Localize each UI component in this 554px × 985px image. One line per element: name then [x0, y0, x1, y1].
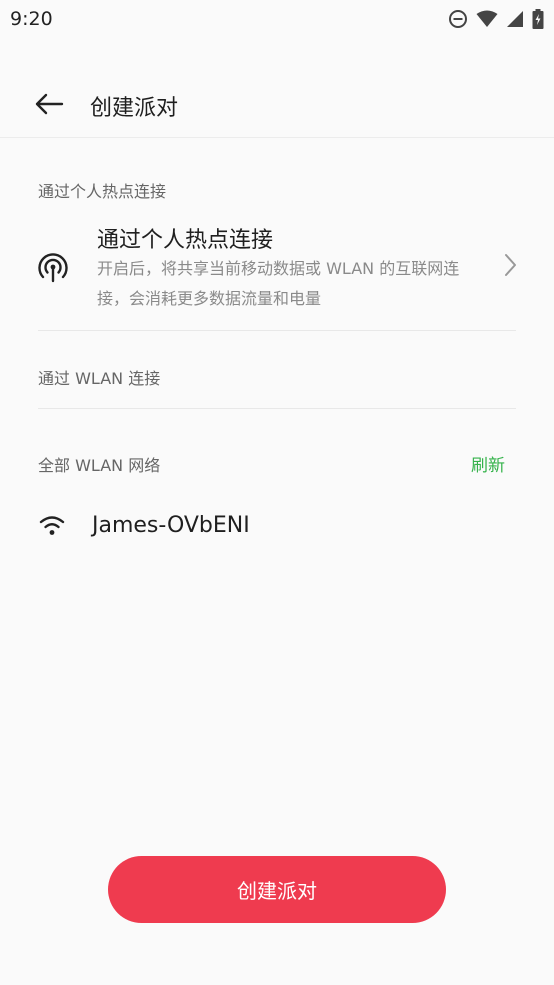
section-label-all-wlan: 全部 WLAN 网络: [38, 456, 161, 475]
hotspot-icon: [38, 253, 68, 283]
hotspot-item-title: 通过个人热点连接: [97, 228, 274, 253]
arrow-left-icon: [35, 93, 64, 115]
refresh-button[interactable]: 刷新: [471, 451, 505, 476]
hotspot-connect-item[interactable]: 通过个人热点连接 开启后，将共享当前移动数据或 WLAN 的互联网连接，会消耗更…: [0, 214, 554, 330]
wifi-icon: [39, 516, 65, 535]
status-time: 9:20: [10, 8, 53, 30]
battery-charging-icon: [532, 9, 544, 29]
section-label-wlan: 通过 WLAN 连接: [38, 369, 161, 388]
wifi-signal-icon: [476, 10, 498, 28]
app-bar: 创建派对: [0, 70, 554, 138]
cell-signal-icon: [506, 10, 524, 28]
screen: 9:20 创建派对 通过个人热点连接 通过个人热点连接 开启后，将共享当前移动数…: [0, 0, 554, 985]
chevron-right-icon: [505, 254, 516, 276]
page-title: 创建派对: [90, 96, 179, 121]
status-bar: 9:20: [0, 0, 554, 38]
status-icons: [448, 8, 544, 30]
divider: [38, 408, 516, 409]
back-button[interactable]: [30, 87, 68, 121]
section-label-hotspot: 通过个人热点连接: [38, 182, 167, 201]
create-party-button[interactable]: 创建派对: [108, 856, 446, 923]
divider: [38, 330, 516, 331]
wifi-network-item[interactable]: James-OVbENI: [0, 498, 554, 558]
hotspot-item-description: 开启后，将共享当前移动数据或 WLAN 的互联网连接，会消耗更多数据流量和电量: [97, 259, 460, 308]
wifi-network-name: James-OVbENI: [92, 513, 250, 538]
do-not-disturb-icon: [448, 9, 468, 29]
